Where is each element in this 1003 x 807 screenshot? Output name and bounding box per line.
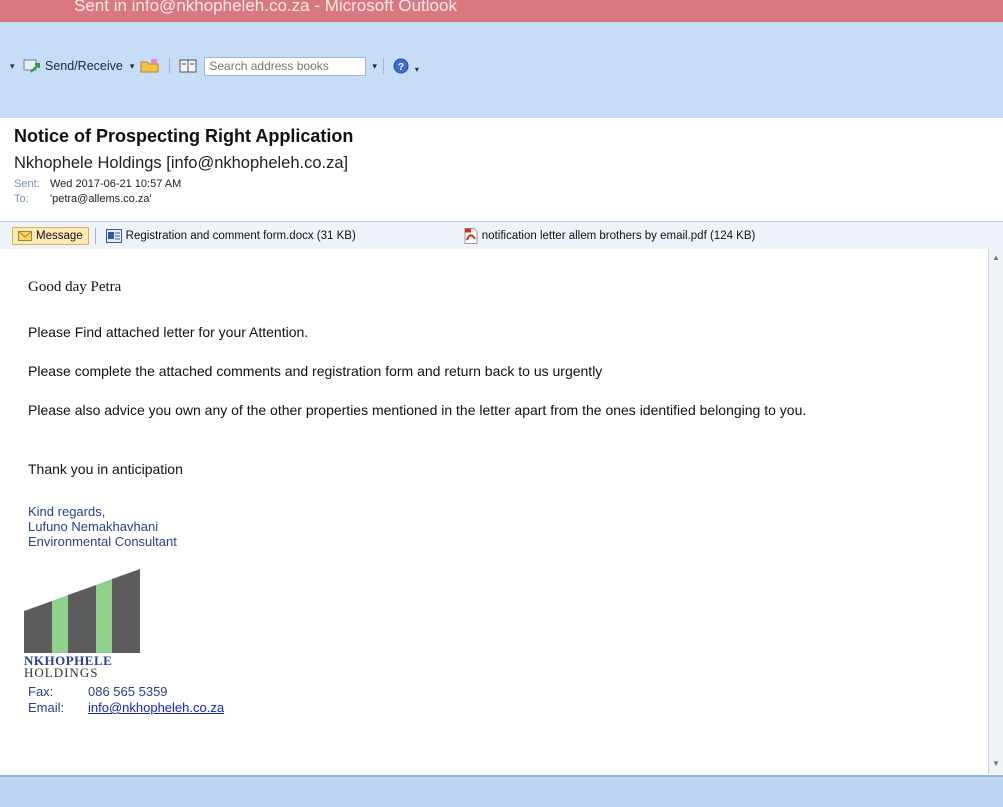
message-body: Good day Petra Please Find attached lett…: [0, 249, 989, 774]
send-receive-label: Send/Receive: [45, 59, 123, 73]
address-book-button[interactable]: [176, 59, 200, 73]
status-bar: [0, 775, 1003, 807]
email-link[interactable]: info@nkhopheleh.co.za: [88, 700, 224, 715]
attachment-docx-label: Registration and comment form.docx (31 K…: [125, 229, 356, 242]
signature-closing: Kind regards,: [28, 504, 106, 519]
sent-label: Sent:: [14, 178, 40, 190]
title-bar: Sent in info@nkhopheleh.co.za - Microsof…: [0, 0, 1003, 22]
body-paragraph: Please complete the attached comments an…: [28, 363, 603, 379]
window-title: Sent in info@nkhopheleh.co.za - Microsof…: [74, 0, 457, 15]
attachment-bar: Message Registration and comment form.do…: [0, 221, 1003, 250]
help-dropdown-icon[interactable]: ▾: [415, 65, 419, 74]
email-label: Email:: [28, 700, 65, 715]
address-book-icon: [179, 59, 197, 73]
send-receive-dropdown-icon[interactable]: ▾: [130, 61, 135, 72]
fax-label: Fax:: [28, 684, 54, 699]
help-icon: ?: [393, 58, 409, 74]
body-paragraph: Please Find attached letter for your Att…: [28, 324, 309, 340]
scroll-up-arrow-icon[interactable]: ▲: [992, 253, 1000, 262]
help-button[interactable]: ? ▾: [390, 58, 422, 74]
svg-text:?: ?: [398, 62, 404, 73]
message-subject: Notice of Prospecting Right Application: [14, 126, 354, 146]
sent-value: Wed 2017-06-21 10:57 AM: [50, 178, 182, 190]
attachment-separator: [94, 227, 96, 244]
body-paragraph: Thank you in anticipation: [28, 461, 183, 477]
send-receive-icon: [23, 59, 40, 73]
fax-value: 086 565 5359: [88, 684, 168, 699]
toolbar-overflow-arrow-icon[interactable]: ▾: [10, 61, 16, 72]
toolbar-separator: [169, 58, 171, 74]
toolbar-row: ▾ Send/Receive ▾ ▾: [0, 54, 422, 78]
to-recipient[interactable]: 'petra@allems.co.za': [50, 193, 152, 205]
folder-icon: [140, 59, 159, 73]
greeting: Good day Petra: [28, 279, 122, 295]
address-book-search-field[interactable]: [204, 56, 367, 76]
signature-name: Lufuno Nemakhavhani: [28, 519, 159, 534]
address-book-search-input[interactable]: [205, 58, 362, 74]
attachment-pdf[interactable]: notification letter allem brothers by em…: [460, 227, 760, 244]
search-dropdown-icon[interactable]: ▾: [372, 61, 377, 72]
attachment-docx[interactable]: Registration and comment form.docx (31 K…: [102, 228, 360, 243]
scroll-down-arrow-icon[interactable]: ▼: [992, 759, 1000, 768]
signature-title: Environmental Consultant: [28, 534, 177, 549]
toolbar-separator: [382, 58, 384, 74]
open-folder-button[interactable]: [137, 58, 163, 74]
logo-text-line2: HOLDINGS: [24, 665, 99, 680]
to-row: To: 'petra@allems.co.za': [14, 193, 152, 205]
word-doc-icon: [105, 228, 122, 243]
body-paragraph: Please also advice you own any of the ot…: [28, 402, 807, 418]
envelope-icon: [18, 230, 32, 241]
message-sender[interactable]: Nkhophele Holdings [info@nkhopheleh.co.z…: [14, 154, 348, 173]
to-label: To:: [14, 193, 29, 205]
sent-row: Sent: Wed 2017-06-21 10:57 AM: [14, 178, 181, 190]
attachment-pdf-label: notification letter allem brothers by em…: [481, 229, 756, 242]
message-tab-label: Message: [36, 229, 83, 242]
company-logo-icon: [24, 569, 140, 653]
message-header: Notice of Prospecting Right Application …: [0, 118, 1003, 218]
message-tab[interactable]: Message: [12, 226, 89, 245]
send-receive-button[interactable]: Send/Receive ▾: [20, 58, 137, 74]
pdf-icon: [464, 227, 478, 244]
email-row: Email: info@nkhopheleh.co.za: [28, 700, 224, 715]
body-scrollbar[interactable]: ▲ ▼: [988, 249, 1003, 774]
toolbar: ▾ Send/Receive ▾ ▾: [0, 22, 1003, 119]
fax-row: Fax: 086 565 5359: [28, 684, 168, 699]
